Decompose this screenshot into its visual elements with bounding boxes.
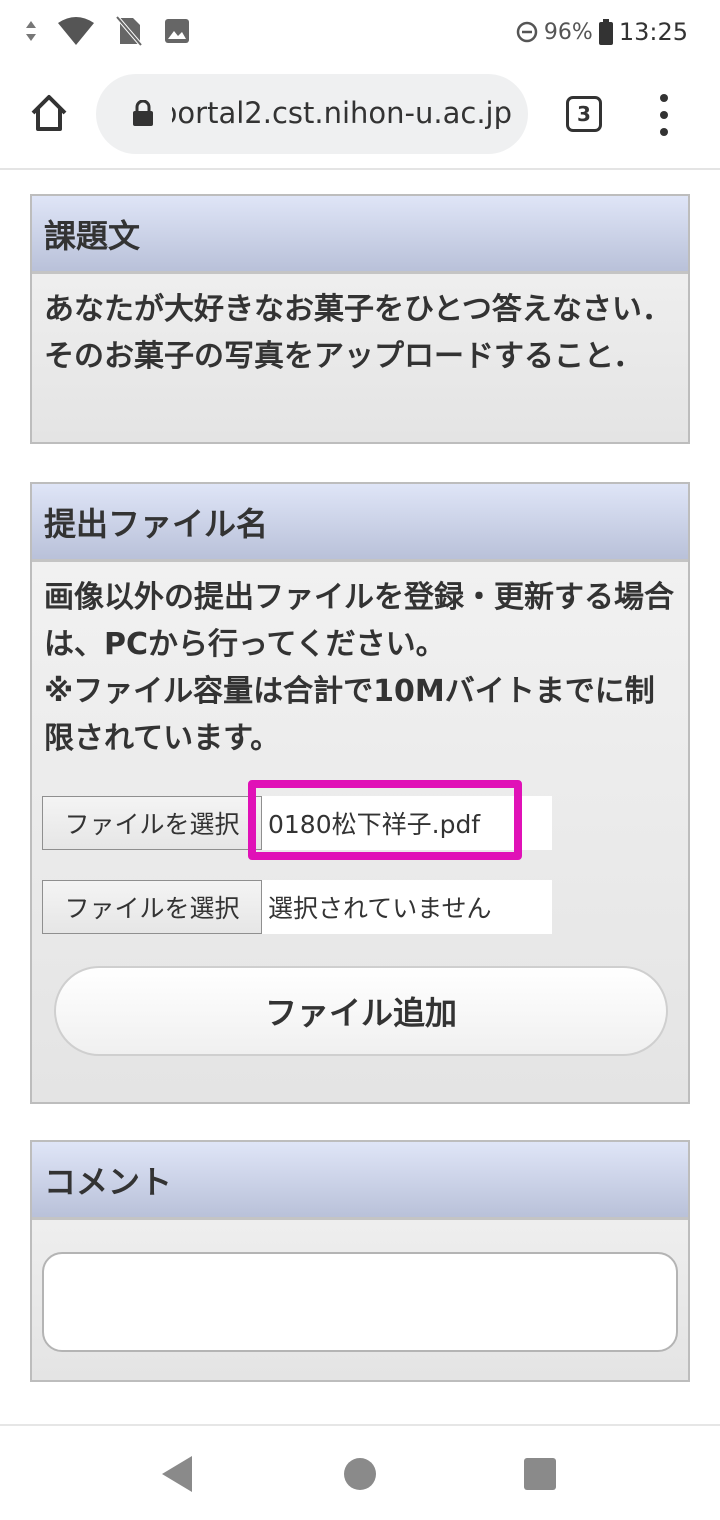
image-icon — [165, 19, 189, 43]
choose-file-button-2[interactable]: ファイルを選択 — [42, 880, 262, 934]
url-text: portal2.cst.nihon-u.ac.jp — [172, 96, 512, 130]
assignment-panel: 課題文 あなたが大好きなお菓子をひとつ答えなさい．そのお菓子の写真をアップロード… — [30, 194, 690, 444]
comment-title: コメント — [32, 1142, 688, 1220]
dnd-icon — [516, 21, 538, 43]
menu-button[interactable] — [654, 94, 674, 136]
upload-notice-line1: 画像以外の提出ファイルを登録・更新する場合は、PCから行ってください。 — [44, 580, 674, 662]
signal-arrows-icon — [26, 21, 36, 41]
assignment-text: あなたが大好きなお菓子をひとつ答えなさい．そのお菓子の写真をアップロードすること… — [44, 292, 672, 374]
back-icon[interactable] — [162, 1456, 192, 1492]
home-circle-icon[interactable] — [344, 1458, 376, 1490]
file-input-2[interactable]: ファイルを選択 選択されていません — [42, 880, 552, 934]
choose-file-button-1[interactable]: ファイルを選択 — [42, 796, 262, 850]
upload-notice-line2: ※ファイル容量は合計で10Mバイトまでに制限されています。 — [44, 674, 655, 756]
recents-icon[interactable] — [524, 1458, 556, 1490]
assignment-title: 課題文 — [32, 196, 688, 274]
highlight-box — [248, 780, 522, 860]
system-nav-bar — [0, 1424, 720, 1520]
status-bar: 96% 13:25 — [0, 0, 720, 66]
comment-textarea[interactable] — [42, 1252, 678, 1352]
upload-notice: 画像以外の提出ファイルを登録・更新する場合は、PCから行ってください。 ※ファイ… — [32, 562, 688, 774]
home-button[interactable] — [24, 88, 74, 138]
menu-dots-icon — [660, 94, 668, 102]
battery-icon — [598, 19, 613, 45]
file-name-2: 選択されていません — [262, 880, 552, 934]
upload-title: 提出ファイル名 — [32, 484, 688, 562]
add-file-button[interactable]: ファイル追加 — [54, 966, 668, 1056]
lock-icon — [133, 100, 153, 126]
wifi-icon — [58, 17, 94, 45]
comment-panel: コメント — [30, 1140, 690, 1382]
address-bar[interactable]: portal2.cst.nihon-u.ac.jp — [96, 74, 528, 154]
tab-switcher-button[interactable]: 3 — [566, 96, 602, 132]
no-sim-icon — [116, 16, 142, 46]
battery-percent: 96% — [543, 19, 593, 45]
home-icon — [31, 95, 67, 131]
clock: 13:25 — [618, 18, 688, 46]
browser-toolbar: portal2.cst.nihon-u.ac.jp 3 — [0, 66, 720, 170]
upload-panel: 提出ファイル名 画像以外の提出ファイルを登録・更新する場合は、PCから行ってくだ… — [30, 482, 690, 1104]
